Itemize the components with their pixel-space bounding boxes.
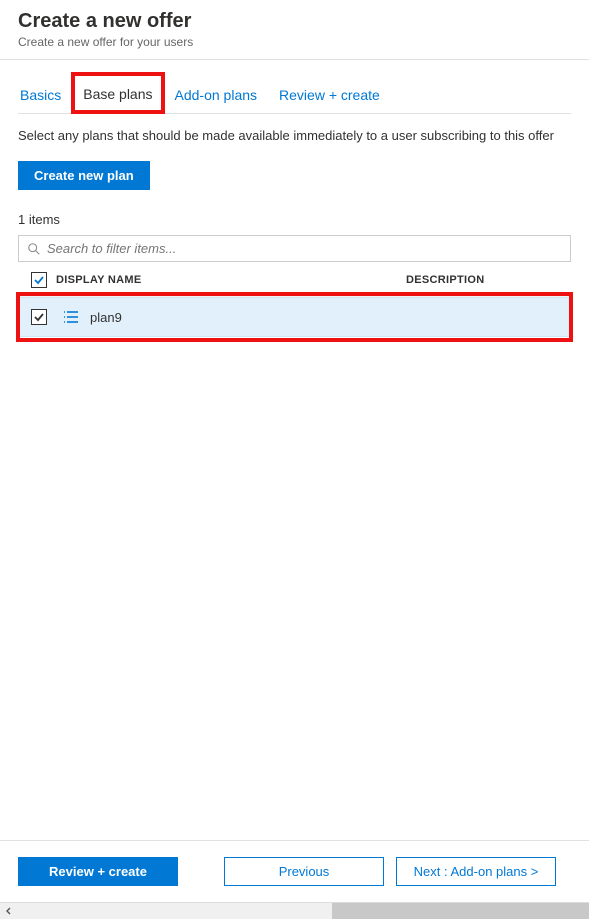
tab-basics[interactable]: Basics xyxy=(18,79,63,113)
highlight-box-tab xyxy=(71,72,164,114)
scrollbar-thumb[interactable] xyxy=(332,903,589,919)
tabs-bar: Basics Base plans Add-on plans Review + … xyxy=(18,60,571,114)
search-input[interactable] xyxy=(47,241,562,256)
create-new-plan-button[interactable]: Create new plan xyxy=(18,161,150,190)
tab-base-plans[interactable]: Base plans xyxy=(81,78,154,114)
scrollbar-track[interactable] xyxy=(17,903,589,919)
column-header-description[interactable]: DESCRIPTION xyxy=(406,274,567,286)
page-subtitle: Create a new offer for your users xyxy=(18,35,571,49)
horizontal-scrollbar[interactable] xyxy=(0,902,589,919)
table-header: DISPLAY NAME DESCRIPTION xyxy=(18,262,571,297)
content-area: Select any plans that should be made ava… xyxy=(0,114,589,840)
table-row[interactable]: plan9 xyxy=(18,297,571,337)
select-all-checkbox[interactable] xyxy=(31,272,47,288)
tab-addon-plans[interactable]: Add-on plans xyxy=(173,79,260,113)
page-title: Create a new offer xyxy=(18,10,571,33)
review-create-button[interactable]: Review + create xyxy=(18,857,178,886)
search-icon xyxy=(27,242,41,256)
previous-button[interactable]: Previous xyxy=(224,857,384,886)
scroll-left-arrow[interactable] xyxy=(0,903,17,919)
column-header-display-name[interactable]: DISPLAY NAME xyxy=(56,274,406,286)
row-checkbox[interactable] xyxy=(31,309,47,325)
footer-bar: Review + create Previous Next : Add-on p… xyxy=(0,840,589,902)
page-header: Create a new offer Create a new offer fo… xyxy=(0,0,589,60)
plan-icon xyxy=(62,308,80,326)
items-count: 1 items xyxy=(18,212,571,227)
description-text: Select any plans that should be made ava… xyxy=(18,128,571,143)
search-row[interactable] xyxy=(18,235,571,262)
tab-review-create[interactable]: Review + create xyxy=(277,79,382,113)
row-display-name: plan9 xyxy=(90,310,122,325)
next-button[interactable]: Next : Add-on plans > xyxy=(396,857,556,886)
